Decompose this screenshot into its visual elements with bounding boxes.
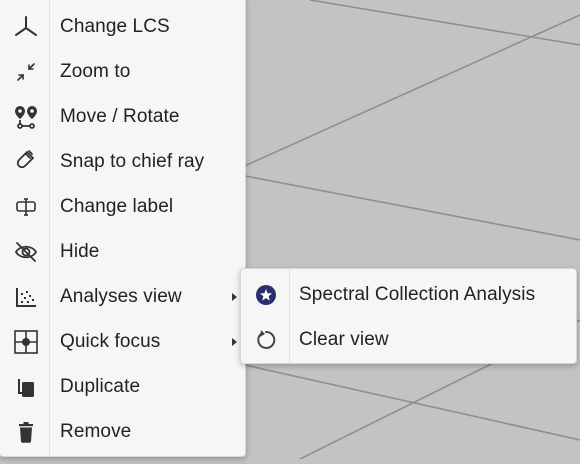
menu-item-label: Remove xyxy=(60,420,132,442)
menu-item-label: Analyses view xyxy=(60,285,182,307)
context-menu: Change LCS Zoom to Move / Rotate Snap to… xyxy=(0,0,246,457)
menu-item-label: Zoom to xyxy=(60,60,131,82)
menu-item-label: Hide xyxy=(60,240,100,262)
star-badge-icon xyxy=(253,282,279,308)
ray-line xyxy=(309,0,580,46)
menu-item-change-label[interactable]: Change label xyxy=(0,184,245,229)
scatter-chart-icon xyxy=(13,284,39,310)
move-rotate-icon xyxy=(13,104,39,130)
focus-icon xyxy=(13,329,39,355)
submenu-arrow-icon xyxy=(232,337,237,346)
menu-item-hide[interactable]: Hide xyxy=(0,229,245,274)
magnet-icon xyxy=(13,149,39,175)
menu-item-snap-to-chief-ray[interactable]: Snap to chief ray xyxy=(0,139,245,184)
menu-item-change-lcs[interactable]: Change LCS xyxy=(0,4,245,49)
trash-icon xyxy=(13,419,39,445)
zoom-to-icon xyxy=(13,59,39,85)
ray-line xyxy=(239,174,580,241)
menu-item-zoom-to[interactable]: Zoom to xyxy=(0,49,245,94)
submenu-item-clear-view[interactable]: Clear view xyxy=(241,317,576,362)
menu-item-label: Move / Rotate xyxy=(60,105,180,127)
menu-item-label: Change label xyxy=(60,195,174,217)
label-icon xyxy=(13,194,39,220)
ray-line xyxy=(239,14,580,169)
menu-item-label: Duplicate xyxy=(60,375,141,397)
analyses-submenu: Spectral Collection Analysis Clear view xyxy=(240,268,577,364)
eye-off-icon xyxy=(13,239,39,265)
submenu-arrow-icon xyxy=(232,292,237,301)
menu-item-remove[interactable]: Remove xyxy=(0,409,245,454)
menu-item-move-rotate[interactable]: Move / Rotate xyxy=(0,94,245,139)
reset-icon xyxy=(253,327,279,353)
menu-item-duplicate[interactable]: Duplicate xyxy=(0,364,245,409)
menu-item-label: Change LCS xyxy=(60,15,170,37)
menu-item-label: Quick focus xyxy=(60,330,161,352)
submenu-item-label: Spectral Collection Analysis xyxy=(299,283,536,305)
menu-item-label: Snap to chief ray xyxy=(60,150,205,172)
submenu-item-label: Clear view xyxy=(299,328,389,350)
menu-item-analyses-view[interactable]: Analyses view xyxy=(0,274,245,319)
menu-item-quick-focus[interactable]: Quick focus xyxy=(0,319,245,364)
duplicate-icon xyxy=(13,374,39,400)
submenu-item-spectral-collection-analysis[interactable]: Spectral Collection Analysis xyxy=(241,272,576,317)
axes-icon xyxy=(13,14,39,40)
